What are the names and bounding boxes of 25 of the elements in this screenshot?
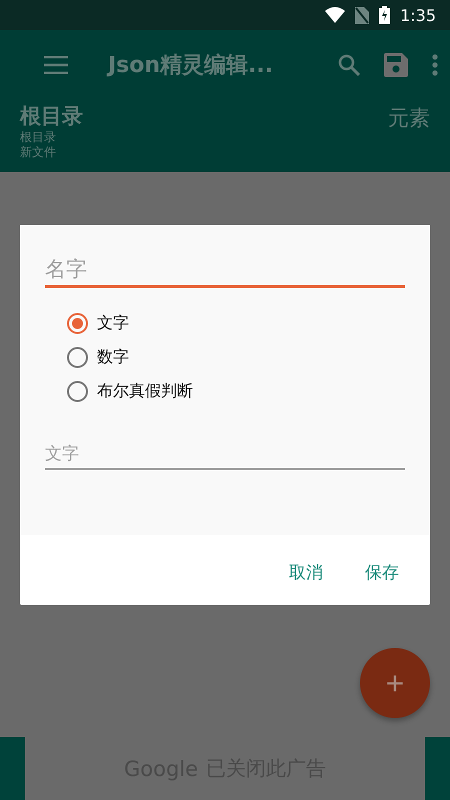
menu-icon [44, 56, 68, 74]
file-name: 新文件 [20, 145, 57, 160]
value-input[interactable]: 文字 [45, 440, 405, 470]
save-button[interactable] [384, 53, 408, 77]
folder-path: 根目录 [20, 130, 57, 145]
battery-charging-icon [379, 6, 390, 24]
type-radio-option[interactable]: 布尔真假判断 [67, 381, 405, 402]
menu-button[interactable] [44, 56, 68, 74]
wifi-icon [325, 7, 346, 23]
more-vertical-icon [432, 54, 438, 76]
type-radio-option[interactable]: 文字 [67, 313, 405, 334]
banner-side-panel [0, 737, 25, 800]
search-button[interactable] [338, 54, 360, 76]
node-type: 元素 [388, 105, 430, 132]
dialog-button[interactable]: 保存 [359, 557, 405, 588]
app-title: Json精灵编辑... [108, 52, 274, 80]
more-options-button[interactable] [432, 54, 438, 76]
name-input[interactable]: 名字 [45, 253, 405, 288]
type-radio-option[interactable]: 数字 [67, 347, 405, 368]
no-sim-icon [355, 6, 370, 24]
banner-side-panel [425, 737, 450, 800]
status-time: 1:35 [400, 6, 436, 24]
dialog-button[interactable]: 取消 [283, 557, 329, 588]
search-icon [338, 54, 360, 76]
folder-title: 根目录 [20, 103, 83, 130]
